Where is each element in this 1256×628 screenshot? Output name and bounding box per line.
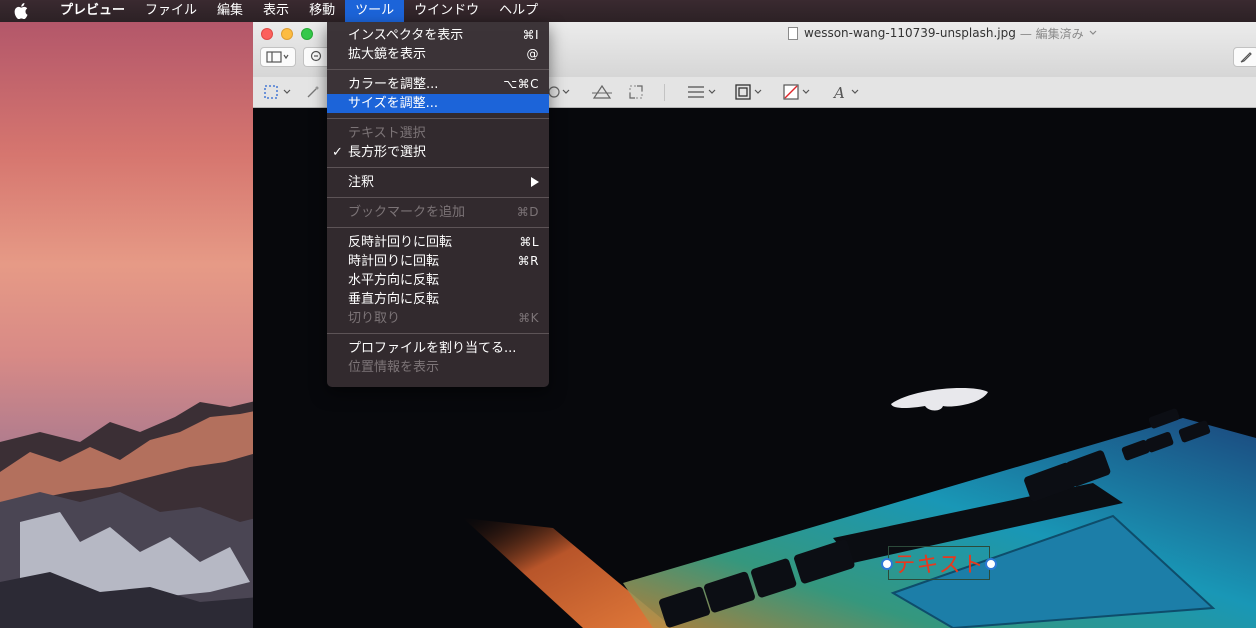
menu-item-label: 時計回りに回転 <box>348 254 440 269</box>
menu-tools[interactable]: ツール <box>345 0 405 22</box>
menu-go[interactable]: 移動 <box>299 0 345 22</box>
menu-separator <box>327 227 549 228</box>
resize-icon <box>629 85 643 99</box>
pen-icon <box>1240 52 1252 63</box>
menu-separator <box>327 333 549 334</box>
menu-item-shortcut: ⌘L <box>519 235 539 249</box>
checkmark-icon: ✓ <box>332 145 343 160</box>
menu-item-label: 注釈 <box>348 175 375 190</box>
menu-item-add-bookmark[interactable]: ブックマークを追加 ⌘D <box>327 203 549 222</box>
prism-icon <box>592 84 612 99</box>
zoom-out-button[interactable] <box>303 47 329 67</box>
menu-window[interactable]: ウインドウ <box>404 0 489 22</box>
menu-view[interactable]: 表示 <box>253 0 299 22</box>
menu-item-label: 反時計回りに回転 <box>348 235 453 250</box>
document-icon <box>788 26 798 40</box>
line-style-tool[interactable] <box>686 83 718 101</box>
annotation-handle-right[interactable] <box>985 558 997 570</box>
menu-item-shortcut: ⌘K <box>518 311 539 325</box>
markup-toolbar-button[interactable] <box>1233 47 1256 67</box>
sidebar-icon <box>266 51 289 63</box>
text-style-icon: A <box>832 84 859 100</box>
menu-separator <box>327 197 549 198</box>
shape-chevron-icon <box>548 86 570 98</box>
mountain-wallpaper <box>0 400 260 628</box>
menu-item-label: 位置情報を表示 <box>348 360 440 375</box>
menu-item-show-inspector[interactable]: インスペクタを表示 ⌘I <box>327 26 549 45</box>
border-color-tool[interactable] <box>734 83 766 101</box>
menu-item-adjust-size[interactable]: サイズを調整... <box>327 94 549 113</box>
menu-item-rotate-right[interactable]: 時計回りに回転 ⌘R <box>327 252 549 271</box>
adjust-color-tool[interactable] <box>592 83 612 101</box>
zoom-out-icon <box>310 50 321 62</box>
line-style-icon <box>688 86 716 98</box>
window-title: wesson-wang-110739-unsplash.jpg — 編集済み <box>788 25 1098 41</box>
menu-item-label: テキスト選択 <box>348 126 426 141</box>
menu-item-label: 水平方向に反転 <box>348 273 440 288</box>
menu-item-assign-profile[interactable]: プロファイルを割り当てる... <box>327 339 549 358</box>
text-annotation[interactable]: テキスト <box>888 546 990 580</box>
annotation-handle-left[interactable] <box>881 558 893 570</box>
menu-item-shortcut: ⌘D <box>516 205 539 219</box>
border-color-icon <box>735 84 762 100</box>
menu-edit[interactable]: 編集 <box>207 0 253 22</box>
menu-item-show-location[interactable]: 位置情報を表示 <box>327 358 549 377</box>
shape-style-tool[interactable] <box>548 83 574 101</box>
menu-item-label: 拡大鏡を表示 <box>348 47 427 62</box>
menu-item-label: カラーを調整... <box>348 77 439 92</box>
dashed-rect-icon <box>264 85 291 99</box>
minimize-button[interactable] <box>281 28 293 40</box>
text-style-tool[interactable]: A <box>831 83 863 101</box>
menu-help[interactable]: ヘルプ <box>489 0 548 22</box>
adjust-size-tool[interactable] <box>628 83 644 101</box>
menu-separator <box>327 167 549 168</box>
menu-item-shortcut: ⌘I <box>522 28 539 42</box>
menu-item-shortcut: ⌥⌘C <box>503 77 539 91</box>
apple-logo-icon[interactable] <box>14 3 36 19</box>
menu-separator <box>327 69 549 70</box>
magic-wand-icon <box>307 86 319 98</box>
menu-item-label: 垂直方向に反転 <box>348 292 440 307</box>
menu-item-label: プロファイルを割り当てる... <box>348 341 517 356</box>
menu-bar: プレビュー ファイル 編集 表示 移動 ツール ウインドウ ヘルプ <box>0 0 1256 22</box>
menu-item-label: 切り取り <box>348 311 401 326</box>
chevron-down-icon[interactable] <box>1088 29 1098 37</box>
menu-item-adjust-color[interactable]: カラーを調整... ⌥⌘C <box>327 75 549 94</box>
rect-selection-tool[interactable] <box>263 83 295 101</box>
menu-item-rotate-left[interactable]: 反時計回りに回転 ⌘L <box>327 233 549 252</box>
window-title-status[interactable]: — 編集済み <box>1020 25 1084 42</box>
menu-item-label: ブックマークを追加 <box>348 205 466 220</box>
toolbar-divider <box>664 84 665 101</box>
menu-item-show-magnifier[interactable]: 拡大鏡を表示 @ <box>327 45 549 64</box>
menu-preview[interactable]: プレビュー <box>50 0 135 22</box>
instant-alpha-tool[interactable] <box>305 83 321 101</box>
menu-item-label: サイズを調整... <box>348 96 439 111</box>
submenu-arrow-icon <box>531 177 539 187</box>
menu-item-shortcut: ⌘R <box>517 254 539 268</box>
menu-item-flip-vertical[interactable]: 垂直方向に反転 <box>327 290 549 309</box>
menu-item-flip-horizontal[interactable]: 水平方向に反転 <box>327 271 549 290</box>
menu-item-text-selection[interactable]: テキスト選択 <box>327 124 549 143</box>
window-title-filename: wesson-wang-110739-unsplash.jpg <box>804 26 1016 40</box>
menu-item-crop[interactable]: 切り取り ⌘K <box>327 309 549 328</box>
close-button[interactable] <box>261 28 273 40</box>
menu-item-shortcut: @ <box>526 47 539 61</box>
zoom-button[interactable] <box>301 28 313 40</box>
fill-color-tool[interactable] <box>782 83 814 101</box>
fill-color-icon <box>783 84 810 100</box>
menu-file[interactable]: ファイル <box>135 0 207 22</box>
tools-menu: インスペクタを表示 ⌘I 拡大鏡を表示 @ カラーを調整... ⌥⌘C サイズを… <box>327 22 549 387</box>
menu-separator <box>327 118 549 119</box>
text-annotation-label: テキスト <box>893 553 985 578</box>
menu-item-label: インスペクタを表示 <box>348 28 464 43</box>
svg-text:A: A <box>832 84 845 100</box>
menu-item-annotate[interactable]: 注釈 <box>327 173 549 192</box>
menu-item-label: 長方形で選択 <box>348 145 427 160</box>
sidebar-toggle-button[interactable] <box>260 47 296 67</box>
menu-item-rectangular-selection[interactable]: ✓ 長方形で選択 <box>327 143 549 162</box>
